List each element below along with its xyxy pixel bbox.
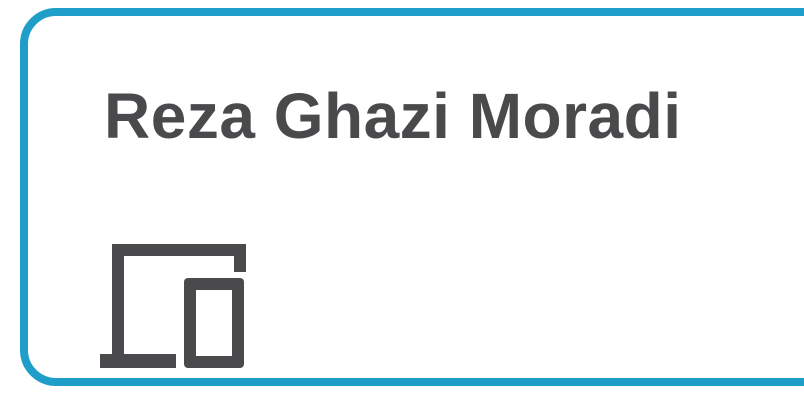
contact-card[interactable]: Reza Ghazi Moradi bbox=[20, 8, 804, 386]
laptop-tablet-devices-icon bbox=[98, 242, 250, 372]
contact-name: Reza Ghazi Moradi bbox=[104, 80, 682, 152]
